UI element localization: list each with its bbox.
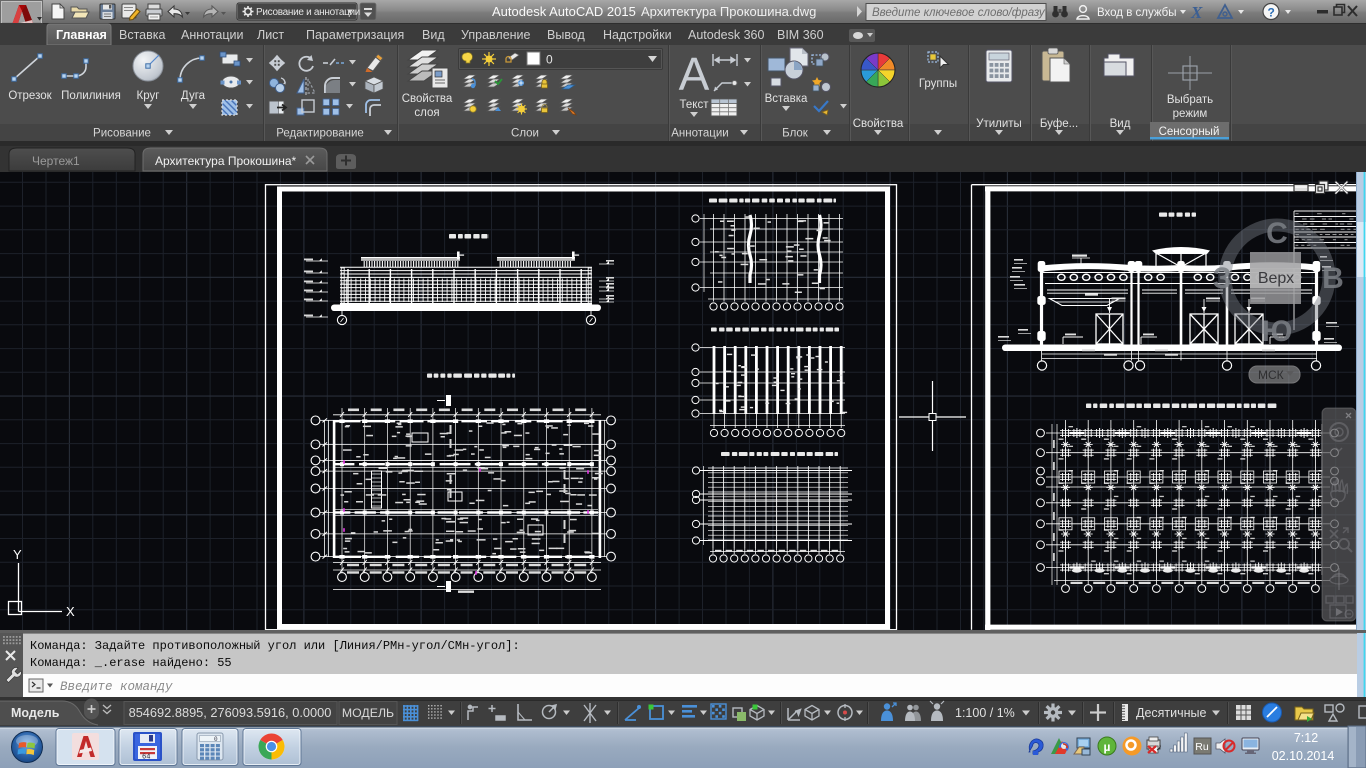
svg-text:А: А (679, 48, 710, 100)
svg-text:МСК: МСК (1258, 368, 1284, 382)
svg-text:Сенсорный: Сенсорный (1159, 126, 1220, 138)
svg-text:Параметризация: Параметризация (306, 28, 404, 42)
svg-text:µ: µ (1104, 740, 1111, 754)
svg-text:?: ? (1268, 6, 1275, 20)
svg-text:Архитектура Прокошина.dwg: Архитектура Прокошина.dwg (641, 4, 816, 19)
svg-text:Autodesk AutoCAD 2015: Autodesk AutoCAD 2015 (492, 4, 636, 19)
svg-text:Аннотации: Аннотации (181, 28, 243, 42)
svg-text:Надстройки: Надстройки (603, 28, 672, 42)
svg-text:64: 64 (142, 754, 150, 762)
svg-text:Отрезок: Отрезок (8, 90, 52, 102)
svg-text:Дуга: Дуга (181, 90, 206, 102)
svg-text:1:100 / 1%: 1:100 / 1% (955, 706, 1015, 720)
svg-text:МОДЕЛЬ: МОДЕЛЬ (342, 706, 394, 720)
svg-text:Вставка: Вставка (765, 93, 808, 105)
svg-text:В: В (1322, 262, 1344, 295)
svg-text:0: 0 (546, 53, 553, 67)
svg-text:Рисование: Рисование (93, 128, 151, 140)
svg-text:Архитектура Прокошина*: Архитектура Прокошина* (155, 154, 297, 168)
svg-text:854692.8895, 276093.5916, 0.00: 854692.8895, 276093.5916, 0.0000 (129, 705, 332, 720)
svg-text:Блок: Блок (782, 128, 809, 140)
svg-text:Десятичные: Десятичные (1136, 706, 1207, 720)
svg-text:Команда: Задайте противоположн: Команда: Задайте противоположный угол ил… (30, 639, 520, 653)
svg-text:BIM 360: BIM 360 (777, 28, 824, 42)
svg-text:Вид: Вид (1110, 118, 1131, 130)
svg-text:Рисование и аннотации: Рисование и аннотации (256, 7, 360, 18)
svg-text:Чертеж1: Чертеж1 (32, 154, 80, 168)
svg-text:С: С (1266, 217, 1288, 250)
svg-text:Вход в службы: Вход в службы (1097, 7, 1177, 19)
svg-text:Буфе...: Буфе... (1040, 118, 1078, 130)
svg-text:02.10.2014: 02.10.2014 (1272, 749, 1335, 763)
svg-text:Свойства: Свойства (402, 93, 453, 105)
svg-text:режим: режим (1173, 108, 1208, 120)
svg-text:Введите ключевое слово/фразу: Введите ключевое слово/фразу (872, 7, 1046, 19)
svg-text:Модель: Модель (11, 706, 60, 720)
svg-text:Выбрать: Выбрать (1167, 94, 1213, 106)
svg-text:Текст: Текст (680, 99, 710, 111)
svg-text:слоя: слоя (414, 107, 439, 119)
svg-text:Введите команду: Введите команду (60, 680, 173, 694)
svg-text:Группы: Группы (919, 78, 957, 90)
svg-text:Ю: Ю (1262, 315, 1293, 348)
svg-text:Autodesk 360: Autodesk 360 (688, 28, 764, 42)
svg-text:Слои: Слои (511, 128, 539, 140)
svg-text:З: З (1213, 262, 1232, 295)
svg-text:Свойства: Свойства (853, 118, 904, 130)
svg-text:Аннотации: Аннотации (671, 128, 728, 140)
svg-text:Вставка: Вставка (119, 28, 166, 42)
svg-text:Команда: _.erase найдено: 55: Команда: _.erase найдено: 55 (30, 656, 232, 670)
svg-text:Редактирование: Редактирование (276, 128, 364, 140)
svg-text:Ru: Ru (1195, 741, 1209, 753)
svg-text:Лист: Лист (257, 28, 284, 42)
svg-text:Вид: Вид (422, 28, 445, 42)
svg-text:Управление: Управление (461, 28, 531, 42)
svg-text:X: X (1190, 3, 1203, 22)
svg-text:Y: Y (13, 547, 22, 562)
svg-text:Круг: Круг (137, 90, 160, 102)
svg-text:7:12: 7:12 (1294, 731, 1318, 745)
svg-text:Полилиния: Полилиния (61, 90, 121, 102)
svg-text:X: X (66, 604, 75, 619)
svg-text:Утилиты: Утилиты (976, 118, 1022, 130)
svg-text:Вывод: Вывод (547, 28, 585, 42)
svg-text:Верх: Верх (1258, 270, 1294, 287)
svg-text:Главная: Главная (56, 28, 107, 42)
svg-text:0: 0 (214, 736, 218, 743)
